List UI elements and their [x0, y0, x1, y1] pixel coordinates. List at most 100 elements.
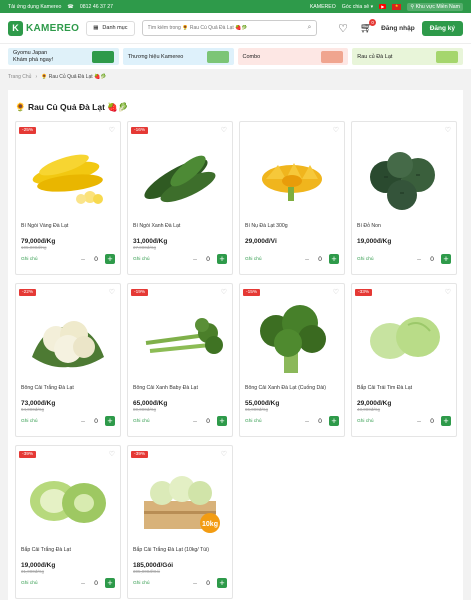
product-card[interactable]: ♡ Bí Nụ Đà Lạt 300g 29,000đ/Vỉ Ghi chú −…	[239, 121, 345, 275]
youtube-icon[interactable]: ▶	[379, 4, 387, 9]
product-image[interactable]	[21, 132, 115, 218]
add-to-cart-button[interactable]: +	[441, 416, 451, 426]
product-name[interactable]: Bông Cải Xanh Đà Lạt (Cuống Dài)	[245, 385, 339, 399]
product-card[interactable]: -22% ♡ Bông Cải Trắng Đà Lạt 73,000đ/Kg …	[15, 283, 121, 437]
banner-dalat-vegetables[interactable]: Rau củ Đà Lạt	[352, 48, 463, 65]
decrease-quantity-button[interactable]: −	[415, 255, 423, 264]
add-to-cart-button[interactable]: +	[329, 254, 339, 264]
note-link[interactable]: Ghi chú	[133, 581, 150, 586]
search-input[interactable]	[147, 25, 308, 31]
region-selector[interactable]: ⚲ Khu vực Miền Nam	[407, 2, 463, 11]
login-link[interactable]: Đăng nhập	[381, 25, 415, 32]
favorite-heart-icon[interactable]: ♡	[333, 126, 339, 134]
decrease-quantity-button[interactable]: −	[191, 255, 199, 264]
favorite-heart-icon[interactable]: ♡	[445, 288, 451, 296]
product-card[interactable]: -33% ♡ Bắp Cải Trái Tim Đà Lạt 29,000đ/K…	[351, 283, 457, 437]
quantity-value[interactable]: 0	[93, 580, 99, 587]
product-name[interactable]: Bắp Cải Trái Tim Đà Lạt	[357, 385, 451, 399]
note-link[interactable]: Ghi chú	[21, 581, 38, 586]
banner-gyomu-japan[interactable]: Gyomu Japan Khám phá ngay!	[8, 48, 119, 65]
brand-link[interactable]: KAMEREO	[310, 4, 336, 10]
decrease-quantity-button[interactable]: −	[303, 255, 311, 264]
favorite-heart-icon[interactable]: ♡	[109, 288, 115, 296]
add-to-cart-button[interactable]: +	[441, 254, 451, 264]
product-image[interactable]	[21, 294, 115, 380]
quantity-value[interactable]: 0	[317, 256, 323, 263]
decrease-quantity-button[interactable]: −	[79, 417, 87, 426]
product-name[interactable]: Bí Ngòi Xanh Đà Lạt	[133, 223, 227, 237]
note-link[interactable]: Ghi chú	[245, 257, 262, 262]
search-icon[interactable]: ⌕	[308, 24, 312, 32]
quantity-value[interactable]: 0	[205, 580, 211, 587]
favorite-heart-icon[interactable]: ♡	[221, 288, 227, 296]
note-link[interactable]: Ghi chú	[357, 257, 374, 262]
note-link[interactable]: Ghi chú	[245, 419, 262, 424]
quantity-value[interactable]: 0	[429, 256, 435, 263]
note-link[interactable]: Ghi chú	[357, 419, 374, 424]
category-menu-button[interactable]: ▦ Danh mục	[86, 20, 135, 36]
add-to-cart-button[interactable]: +	[217, 578, 227, 588]
add-to-cart-button[interactable]: +	[105, 578, 115, 588]
banner-combo[interactable]: Combo	[237, 48, 349, 65]
quantity-value[interactable]: 0	[317, 418, 323, 425]
product-name[interactable]: Bí Nụ Đà Lạt 300g	[245, 223, 339, 237]
decrease-quantity-button[interactable]: −	[415, 417, 423, 426]
product-card[interactable]: -16% ♡ Bí Ngòi Xanh Đà Lạt 31,000đ/Kg 37…	[127, 121, 233, 275]
product-name[interactable]: Bắp Cải Trắng Đà Lạt	[21, 547, 115, 561]
corner-dropdown[interactable]: Góc chia sẻ ▾	[342, 4, 373, 10]
favorite-heart-icon[interactable]: ♡	[221, 126, 227, 134]
product-image[interactable]	[245, 132, 339, 218]
product-name[interactable]: Bông Cải Trắng Đà Lạt	[21, 385, 115, 399]
search-box[interactable]: ⌕	[141, 20, 318, 36]
product-card[interactable]: -15% ♡ Bông Cải Xanh Đà Lạt (Cuống Dài) …	[239, 283, 345, 437]
product-name[interactable]: Bắp Cải Trắng Đà Lạt (10kg/ Túi)	[133, 547, 227, 561]
quantity-value[interactable]: 0	[205, 418, 211, 425]
product-image[interactable]	[133, 132, 227, 218]
decrease-quantity-button[interactable]: −	[79, 579, 87, 588]
vietnam-flag-icon[interactable]	[392, 3, 402, 10]
product-image[interactable]	[357, 132, 451, 218]
decrease-quantity-button[interactable]: −	[191, 417, 199, 426]
product-name[interactable]: Bông Cải Xanh Baby Đà Lạt	[133, 385, 227, 399]
product-name[interactable]: Bí Ngòi Vàng Đà Lạt	[21, 223, 115, 237]
favorite-heart-icon[interactable]: ♡	[333, 288, 339, 296]
product-card[interactable]: -39% ♡ Bắp Cải Trắng Đà Lạt 19,000đ/Kg 3…	[15, 445, 121, 599]
product-image[interactable]	[21, 456, 115, 542]
banner-kamereo-brand[interactable]: Thương hiệu Kamereo	[122, 48, 234, 65]
product-card[interactable]: -39% ♡ 10kg Bắp Cải Trắng Đà Lạt (10kg/ …	[127, 445, 233, 599]
wishlist-heart-icon[interactable]: ♡	[335, 20, 351, 36]
quantity-value[interactable]: 0	[93, 256, 99, 263]
quantity-value[interactable]: 0	[429, 418, 435, 425]
decrease-quantity-button[interactable]: −	[303, 417, 311, 426]
quantity-value[interactable]: 0	[93, 418, 99, 425]
app-download-link[interactable]: Tải ứng dụng Kamereo	[8, 4, 61, 10]
product-card[interactable]: ♡ Bí Đỏ Non 19,000đ/Kg Ghi chú − 0 +	[351, 121, 457, 275]
logo[interactable]: K KAMEREO	[8, 20, 79, 36]
decrease-quantity-button[interactable]: −	[191, 579, 199, 588]
decrease-quantity-button[interactable]: −	[79, 255, 87, 264]
register-button[interactable]: Đăng ký	[421, 20, 463, 36]
cart-button[interactable]: 🛒︎ 0	[358, 19, 377, 36]
breadcrumb-home[interactable]: Trang Chủ	[8, 74, 31, 80]
note-link[interactable]: Ghi chú	[21, 419, 38, 424]
product-image[interactable]	[245, 294, 339, 380]
note-link[interactable]: Ghi chú	[21, 257, 38, 262]
favorite-heart-icon[interactable]: ♡	[109, 126, 115, 134]
product-card[interactable]: -19% ♡ Bông Cải Xanh Baby Đà Lạt 65,000đ…	[127, 283, 233, 437]
add-to-cart-button[interactable]: +	[105, 416, 115, 426]
add-to-cart-button[interactable]: +	[217, 254, 227, 264]
product-card[interactable]: -25% ♡ Bí Ngòi Vàng Đà Lạt 79,000đ/Kg 10…	[15, 121, 121, 275]
product-image[interactable]	[357, 294, 451, 380]
note-link[interactable]: Ghi chú	[133, 419, 150, 424]
add-to-cart-button[interactable]: +	[329, 416, 339, 426]
quantity-value[interactable]: 0	[205, 256, 211, 263]
add-to-cart-button[interactable]: +	[105, 254, 115, 264]
note-link[interactable]: Ghi chú	[133, 257, 150, 262]
favorite-heart-icon[interactable]: ♡	[221, 450, 227, 458]
favorite-heart-icon[interactable]: ♡	[445, 126, 451, 134]
phone-number[interactable]: 0812 46 37 27	[80, 4, 113, 10]
add-to-cart-button[interactable]: +	[217, 416, 227, 426]
product-image[interactable]: 10kg	[133, 456, 227, 542]
favorite-heart-icon[interactable]: ♡	[109, 450, 115, 458]
product-image[interactable]	[133, 294, 227, 380]
